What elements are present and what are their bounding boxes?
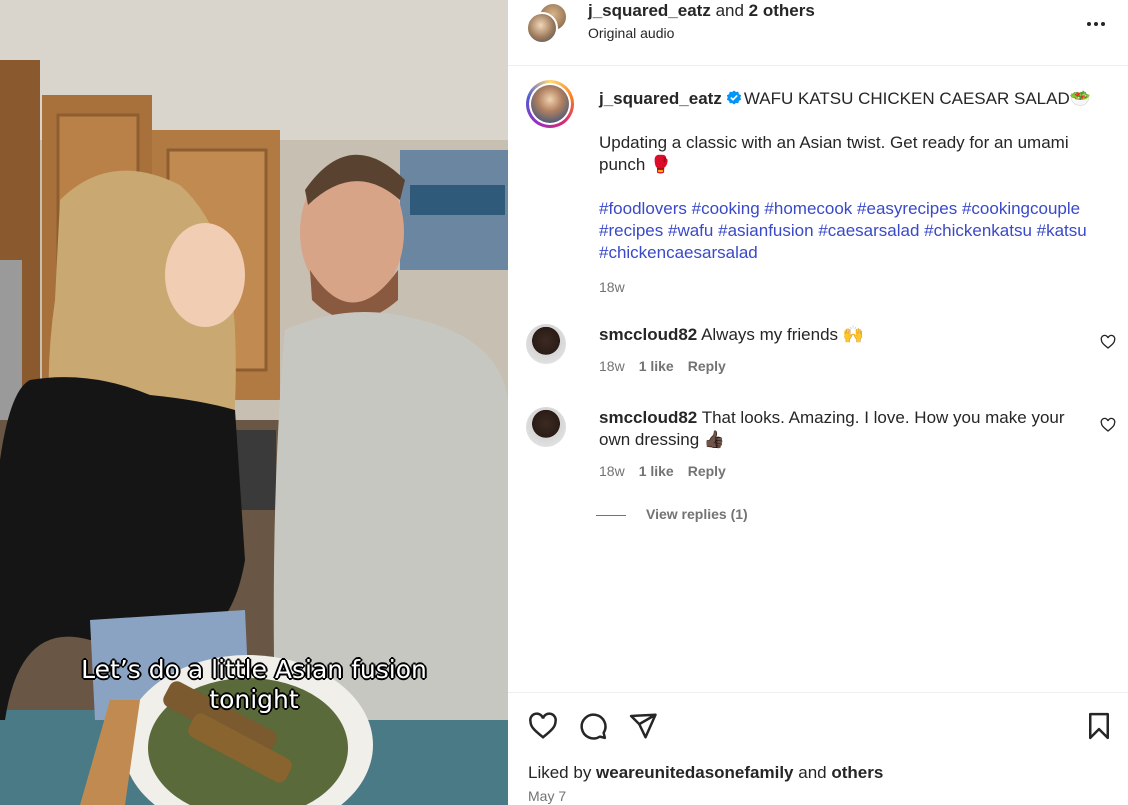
hashtag-link[interactable]: #cookingcouple bbox=[962, 199, 1080, 218]
verified-badge-icon bbox=[726, 90, 741, 105]
header-username[interactable]: j_squared_eatz bbox=[588, 1, 711, 20]
reply-button[interactable]: Reply bbox=[688, 463, 726, 479]
avatar[interactable] bbox=[526, 324, 566, 364]
video-caption-line1: Let’s do a little Asian fusion bbox=[81, 655, 427, 684]
hashtags: #foodlovers #cooking #homecook #easyreci… bbox=[599, 198, 1104, 264]
comment-username[interactable]: smccloud82 bbox=[599, 408, 697, 427]
comment-likes[interactable]: 1 like bbox=[639, 463, 674, 479]
avatar bbox=[526, 12, 558, 44]
audio-link[interactable]: Original audio bbox=[588, 25, 674, 41]
comment-body: smccloud82 That looks. Amazing. I love. … bbox=[599, 407, 1069, 482]
post-panel: j_squared_eatz and 2 others Original aud… bbox=[508, 0, 1128, 805]
comment-likes[interactable]: 1 like bbox=[639, 358, 674, 374]
hashtag-link[interactable]: #chickencaesarsalad bbox=[599, 243, 758, 262]
heart-icon[interactable] bbox=[1100, 334, 1116, 350]
hashtag-link[interactable]: #wafu bbox=[668, 221, 713, 240]
header-usernames[interactable]: j_squared_eatz and 2 others bbox=[588, 1, 815, 21]
post-header: j_squared_eatz and 2 others Original aud… bbox=[508, 0, 1128, 66]
comment-username[interactable]: smccloud82 bbox=[599, 325, 697, 344]
liked-by: Liked by weareunitedasonefamily and othe… bbox=[528, 763, 883, 783]
comment-age[interactable]: 18w bbox=[599, 358, 625, 374]
post-media[interactable]: Let’s do a little Asian fusion tonight bbox=[0, 0, 508, 805]
reply-button[interactable]: Reply bbox=[688, 358, 726, 374]
hashtag-link[interactable]: #foodlovers bbox=[599, 199, 687, 218]
liked-by-user[interactable]: weareunitedasonefamily bbox=[596, 763, 793, 782]
post-date[interactable]: May 7 bbox=[528, 788, 566, 804]
comment-body: smccloud82 Always my friends 🙌 18w 1 like… bbox=[599, 324, 1069, 377]
hashtag-link[interactable]: #easyrecipes bbox=[857, 199, 957, 218]
hashtag-link[interactable]: #caesarsalad bbox=[818, 221, 919, 240]
hashtag-link[interactable]: #recipes bbox=[599, 221, 663, 240]
story-ring-avatar[interactable] bbox=[526, 80, 574, 128]
comment-icon[interactable] bbox=[578, 711, 608, 741]
more-options-icon[interactable] bbox=[1084, 12, 1108, 30]
view-replies-label[interactable]: View replies (1) bbox=[646, 506, 748, 522]
comment-age[interactable]: 18w bbox=[599, 463, 625, 479]
video-caption-line2: tonight bbox=[209, 685, 299, 714]
share-icon[interactable] bbox=[628, 711, 658, 741]
post-age[interactable]: 18w bbox=[599, 276, 1104, 298]
header-others[interactable]: 2 others bbox=[749, 1, 815, 20]
post-actions: Liked by weareunitedasonefamily and othe… bbox=[508, 692, 1128, 805]
liked-by-and: and bbox=[793, 763, 832, 782]
hashtag-link[interactable]: #cooking bbox=[692, 199, 760, 218]
comment-text: Always my friends bbox=[701, 325, 839, 344]
hashtag-link[interactable]: #chickenkatsu bbox=[924, 221, 1032, 240]
view-replies-button[interactable]: View replies (1) bbox=[596, 506, 748, 522]
liked-by-others[interactable]: others bbox=[831, 763, 883, 782]
hashtag-link[interactable]: #homecook bbox=[764, 199, 852, 218]
boxing-glove-emoji-icon: 🥊 bbox=[650, 155, 672, 174]
avatar bbox=[531, 85, 569, 123]
caption-text: j_squared_eatz WAFU KATSU CHICKEN CAESAR … bbox=[599, 88, 1104, 298]
header-and: and bbox=[710, 1, 749, 20]
collab-avatars[interactable] bbox=[526, 2, 574, 44]
caption-title: WAFU KATSU CHICKEN CAESAR SALAD bbox=[743, 89, 1070, 108]
avatar[interactable] bbox=[526, 407, 566, 447]
bookmark-icon[interactable] bbox=[1084, 711, 1114, 741]
salad-emoji-icon: 🥗 bbox=[1069, 89, 1091, 108]
hashtag-link[interactable]: #katsu bbox=[1037, 221, 1087, 240]
like-heart-icon[interactable] bbox=[528, 711, 558, 741]
caption-username[interactable]: j_squared_eatz bbox=[599, 89, 722, 108]
heart-icon[interactable] bbox=[1100, 417, 1116, 433]
video-caption: Let’s do a little Asian fusion tonight bbox=[0, 655, 508, 715]
liked-by-prefix: Liked by bbox=[528, 763, 597, 782]
thumbs-up-emoji-icon: 👍🏿 bbox=[703, 430, 726, 449]
raising-hands-emoji-icon: 🙌 bbox=[842, 325, 864, 344]
divider bbox=[596, 514, 626, 516]
hashtag-link[interactable]: #asianfusion bbox=[718, 221, 813, 240]
